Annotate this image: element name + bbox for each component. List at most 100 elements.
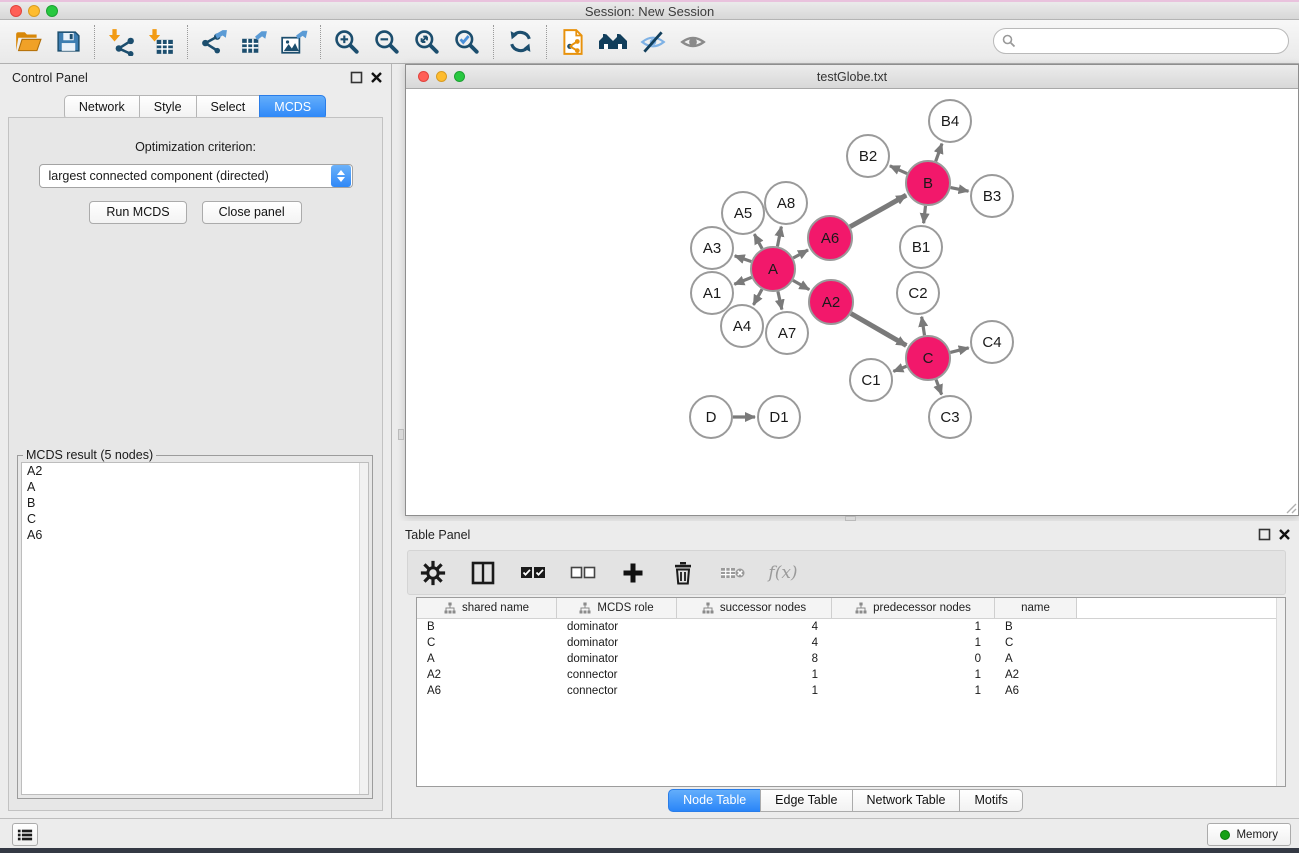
table-cell[interactable]: 1 bbox=[832, 637, 995, 649]
table-cell[interactable]: B bbox=[995, 621, 1077, 633]
tab-network-table[interactable]: Network Table bbox=[852, 789, 961, 812]
table-cell[interactable]: 1 bbox=[832, 669, 995, 681]
table-cell[interactable]: connector bbox=[557, 685, 677, 697]
graph-edge[interactable] bbox=[890, 166, 907, 174]
column-header-shared-name[interactable]: shared name bbox=[417, 598, 557, 618]
table-cell[interactable]: A6 bbox=[995, 685, 1077, 697]
close-panel-icon[interactable] bbox=[370, 71, 383, 84]
search-box[interactable] bbox=[993, 28, 1289, 54]
mcds-result-item[interactable]: A2 bbox=[22, 463, 368, 479]
tab-edge-table[interactable]: Edge Table bbox=[760, 789, 852, 812]
task-history-button[interactable] bbox=[12, 823, 38, 846]
table-row[interactable]: Bdominator41B bbox=[417, 619, 1285, 635]
column-header-successor-nodes[interactable]: successor nodes bbox=[677, 598, 832, 618]
deselect-all-rows-icon[interactable] bbox=[570, 560, 596, 586]
table-cell[interactable]: A6 bbox=[417, 685, 557, 697]
table-cell[interactable]: A bbox=[417, 653, 557, 665]
scrollbar-track[interactable] bbox=[359, 463, 368, 794]
table-cell[interactable]: B bbox=[417, 621, 557, 633]
tab-motifs[interactable]: Motifs bbox=[959, 789, 1022, 812]
window-resize-grip[interactable] bbox=[1284, 501, 1297, 514]
table-cell[interactable]: connector bbox=[557, 669, 677, 681]
mcds-result-list[interactable]: A2ABCA6 bbox=[21, 462, 369, 795]
birds-eye-view-icon[interactable] bbox=[673, 23, 713, 61]
table-cell[interactable]: 1 bbox=[677, 669, 832, 681]
graph-edge[interactable] bbox=[893, 366, 906, 371]
clipboard-network-icon[interactable] bbox=[553, 23, 593, 61]
import-network-icon[interactable] bbox=[101, 23, 141, 61]
scrollbar-track[interactable] bbox=[1276, 598, 1285, 786]
close-panel-button[interactable]: Close panel bbox=[202, 201, 302, 224]
column-header-MCDS-role[interactable]: MCDS role bbox=[557, 598, 677, 618]
export-image-icon[interactable] bbox=[274, 23, 314, 61]
graph-edge[interactable] bbox=[951, 188, 969, 192]
table-cell[interactable]: 4 bbox=[677, 621, 832, 633]
graph-edge[interactable] bbox=[936, 144, 942, 162]
table-cell[interactable]: 8 bbox=[677, 653, 832, 665]
delete-table-icon[interactable] bbox=[720, 560, 746, 586]
function-builder-icon[interactable]: f(x) bbox=[770, 560, 796, 586]
table-cell[interactable]: dominator bbox=[557, 653, 677, 665]
graph-edge[interactable] bbox=[777, 227, 781, 247]
graph-edge[interactable] bbox=[850, 195, 906, 227]
table-cell[interactable]: A2 bbox=[995, 669, 1077, 681]
graph-edge[interactable] bbox=[778, 291, 782, 309]
mcds-result-item[interactable]: C bbox=[22, 511, 368, 527]
run-mcds-button[interactable]: Run MCDS bbox=[89, 201, 186, 224]
zoom-selected-icon[interactable] bbox=[447, 23, 487, 61]
zoom-fit-icon[interactable] bbox=[407, 23, 447, 61]
export-table-icon[interactable] bbox=[234, 23, 274, 61]
table-row[interactable]: A2connector11A2 bbox=[417, 667, 1285, 683]
export-network-icon[interactable] bbox=[194, 23, 234, 61]
split-table-icon[interactable] bbox=[470, 560, 496, 586]
graph-edge[interactable] bbox=[936, 380, 942, 395]
save-icon[interactable] bbox=[48, 23, 88, 61]
graph-edge[interactable] bbox=[734, 277, 751, 284]
table-cell[interactable]: dominator bbox=[557, 621, 677, 633]
table-row[interactable]: Cdominator41C bbox=[417, 635, 1285, 651]
criterion-select[interactable]: largest connected component (directed) bbox=[39, 164, 353, 188]
graph-edge[interactable] bbox=[922, 317, 925, 336]
open-icon[interactable] bbox=[8, 23, 48, 61]
table-cell[interactable]: 4 bbox=[677, 637, 832, 649]
zoom-in-icon[interactable] bbox=[327, 23, 367, 61]
table-row[interactable]: A6connector11A6 bbox=[417, 683, 1285, 699]
mcds-result-item[interactable]: A bbox=[22, 479, 368, 495]
close-panel-icon[interactable] bbox=[1278, 528, 1291, 541]
table-cell[interactable]: A2 bbox=[417, 669, 557, 681]
graph-edge[interactable] bbox=[851, 313, 906, 345]
graphics-details-icon[interactable] bbox=[633, 23, 673, 61]
network-window-titlebar[interactable]: testGlobe.txt bbox=[406, 65, 1298, 89]
graph-edge[interactable] bbox=[950, 348, 968, 353]
table-cell[interactable]: C bbox=[995, 637, 1077, 649]
graph-edge[interactable] bbox=[735, 256, 752, 262]
float-panel-icon[interactable] bbox=[1258, 528, 1271, 541]
select-all-rows-icon[interactable] bbox=[520, 560, 546, 586]
graph-edge[interactable] bbox=[924, 206, 926, 223]
table-cell[interactable]: 0 bbox=[832, 653, 995, 665]
table-cell[interactable]: 1 bbox=[832, 685, 995, 697]
import-table-icon[interactable] bbox=[141, 23, 181, 61]
graph-edge[interactable] bbox=[753, 289, 762, 305]
mcds-result-item[interactable]: B bbox=[22, 495, 368, 511]
tab-node-table[interactable]: Node Table bbox=[668, 789, 761, 812]
table-settings-icon[interactable] bbox=[420, 560, 446, 586]
delete-columns-icon[interactable] bbox=[670, 560, 696, 586]
graph-edge[interactable] bbox=[793, 280, 809, 289]
mcds-result-item[interactable]: A6 bbox=[22, 527, 368, 543]
table-cell[interactable]: 1 bbox=[677, 685, 832, 697]
search-input[interactable] bbox=[1021, 31, 1288, 51]
table-cell[interactable]: A bbox=[995, 653, 1077, 665]
node-table[interactable]: shared nameMCDS rolesuccessor nodesprede… bbox=[416, 597, 1286, 787]
column-header-predecessor-nodes[interactable]: predecessor nodes bbox=[832, 598, 995, 618]
table-cell[interactable]: dominator bbox=[557, 637, 677, 649]
table-row[interactable]: Adominator80A bbox=[417, 651, 1285, 667]
table-cell[interactable]: C bbox=[417, 637, 557, 649]
column-header-name[interactable]: name bbox=[995, 598, 1077, 618]
graph-edge[interactable] bbox=[754, 234, 762, 249]
graph-edge[interactable] bbox=[793, 250, 808, 258]
network-canvas[interactable]: B4B2BB3A8A5A6B1A3AA1C2A2A4A7C4CC1DD1C3 bbox=[406, 89, 1298, 515]
welcome-screen-icon[interactable] bbox=[593, 23, 633, 61]
divider-grip[interactable] bbox=[398, 429, 404, 440]
float-panel-icon[interactable] bbox=[350, 71, 363, 84]
